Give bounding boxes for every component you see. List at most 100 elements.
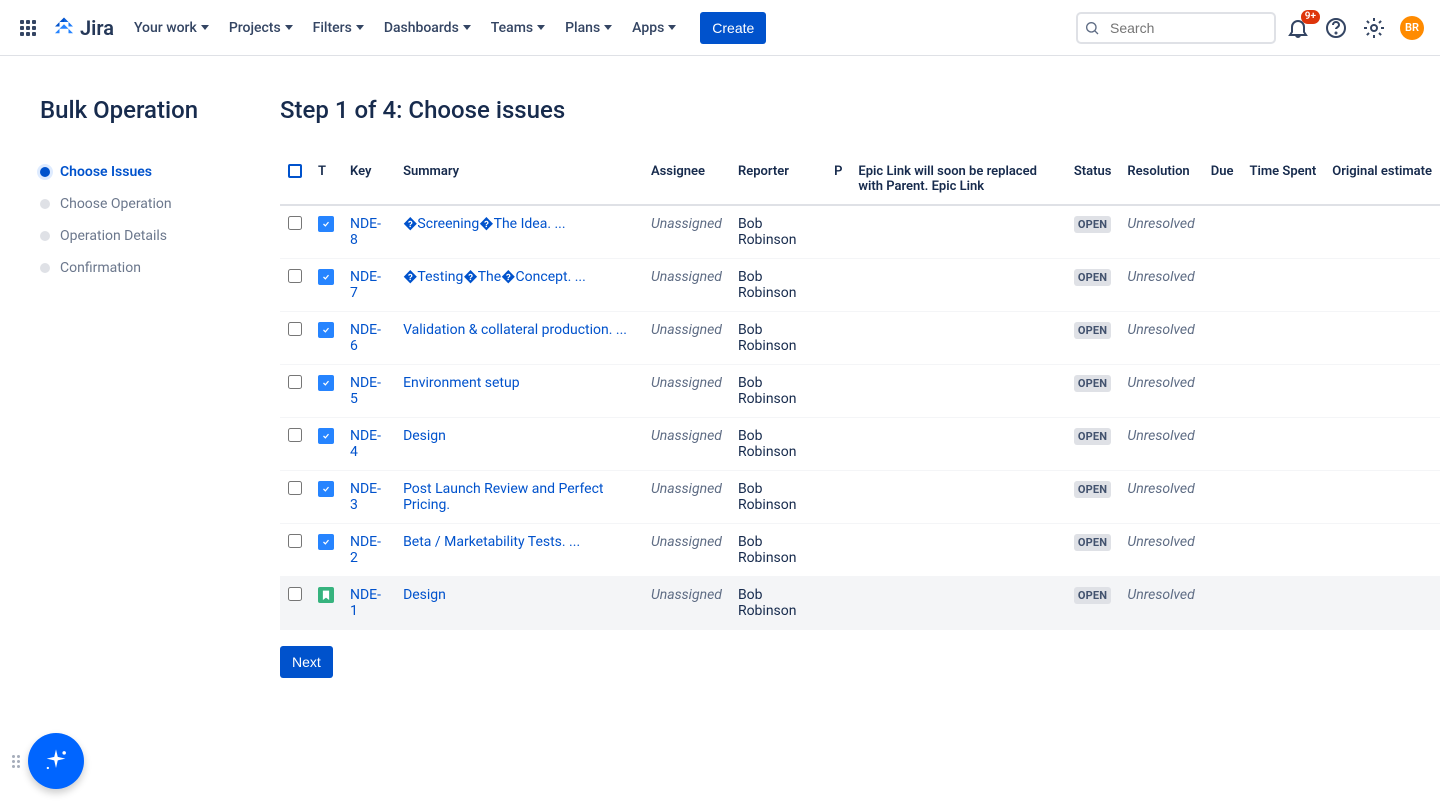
task-type-icon (318, 534, 334, 550)
nav-item-apps[interactable]: Apps (624, 14, 684, 42)
epic-cell (850, 418, 1065, 471)
issue-key-link[interactable]: NDE-8 (350, 216, 381, 248)
issue-summary-link[interactable]: Post Launch Review and Perfect Pricing. (403, 481, 603, 513)
issue-summary-link[interactable]: Design (403, 428, 446, 444)
epic-cell (850, 312, 1065, 365)
issue-key-link[interactable]: NDE-3 (350, 481, 381, 513)
column-header[interactable]: Resolution (1119, 154, 1202, 205)
step-item-choose-issues[interactable]: Choose Issues (40, 156, 240, 188)
column-header[interactable] (280, 154, 310, 205)
nav-item-projects[interactable]: Projects (221, 14, 301, 42)
status-badge: OPEN (1074, 534, 1111, 551)
gear-icon (1362, 16, 1386, 40)
assignee-cell: Unassigned (643, 524, 730, 577)
nav-item-dashboards[interactable]: Dashboards (376, 14, 479, 42)
row-checkbox[interactable] (288, 428, 302, 442)
issue-key-link[interactable]: NDE-5 (350, 375, 381, 407)
jira-logo[interactable]: Jira (52, 16, 114, 40)
nav-item-filters[interactable]: Filters (305, 14, 372, 42)
original-estimate-cell (1324, 205, 1440, 259)
nav-item-plans[interactable]: Plans (557, 14, 620, 42)
row-checkbox[interactable] (288, 269, 302, 283)
step-dot-icon (40, 199, 50, 209)
issue-key-link[interactable]: NDE-1 (350, 587, 381, 619)
column-header[interactable]: P (826, 154, 850, 205)
issue-summary-link[interactable]: �Screening�The Idea. ... (403, 216, 566, 232)
issue-key-link[interactable]: NDE-4 (350, 428, 381, 460)
notifications-button[interactable]: 9+ (1282, 12, 1314, 44)
issue-key-link[interactable]: NDE-2 (350, 534, 381, 566)
issue-summary-link[interactable]: Environment setup (403, 375, 520, 391)
time-spent-cell (1242, 312, 1325, 365)
status-badge: OPEN (1074, 587, 1111, 604)
issue-summary-link[interactable]: �Testing�The�Concept. ... (403, 269, 586, 285)
quick-action-fab[interactable] (28, 733, 84, 789)
column-header[interactable]: Epic Link will soon be replaced with Par… (850, 154, 1065, 205)
nav-item-your-work[interactable]: Your work (126, 14, 217, 42)
issue-key-link[interactable]: NDE-7 (350, 269, 381, 301)
column-header[interactable]: Due (1203, 154, 1242, 205)
column-header[interactable]: Key (342, 154, 395, 205)
table-row[interactable]: NDE-4DesignUnassignedBob RobinsonOPENUnr… (280, 418, 1440, 471)
reporter-cell: Bob Robinson (730, 205, 826, 259)
sidebar-title: Bulk Operation (40, 96, 240, 124)
task-type-icon (318, 481, 334, 497)
row-checkbox[interactable] (288, 375, 302, 389)
select-all-checkbox[interactable] (288, 164, 302, 178)
settings-button[interactable] (1358, 12, 1390, 44)
nav-item-teams[interactable]: Teams (483, 14, 553, 42)
table-row[interactable]: NDE-1DesignUnassignedBob RobinsonOPENUnr… (280, 577, 1440, 630)
due-cell (1203, 205, 1242, 259)
column-header[interactable]: Time Spent (1242, 154, 1325, 205)
status-badge: OPEN (1074, 322, 1111, 339)
step-item-choose-operation: Choose Operation (40, 188, 240, 220)
row-checkbox[interactable] (288, 534, 302, 548)
search-input[interactable] (1076, 12, 1276, 44)
column-header[interactable]: Reporter (730, 154, 826, 205)
due-cell (1203, 259, 1242, 312)
app-switcher-button[interactable] (12, 12, 44, 44)
table-row[interactable]: NDE-5Environment setupUnassignedBob Robi… (280, 365, 1440, 418)
help-icon (1324, 16, 1348, 40)
issue-summary-link[interactable]: Validation & collateral production. ... (403, 322, 627, 338)
issue-key-link[interactable]: NDE-6 (350, 322, 381, 354)
create-button[interactable]: Create (700, 12, 766, 44)
row-checkbox[interactable] (288, 216, 302, 230)
epic-cell (850, 471, 1065, 524)
column-header[interactable]: Assignee (643, 154, 730, 205)
resolution-cell: Unresolved (1119, 312, 1202, 365)
due-cell (1203, 577, 1242, 630)
step-dot-icon (40, 167, 50, 177)
task-type-icon (318, 375, 334, 391)
drag-handle-icon[interactable] (12, 755, 24, 768)
table-row[interactable]: NDE-7�Testing�The�Concept. ...Unassigned… (280, 259, 1440, 312)
column-header[interactable]: Original estimate (1324, 154, 1440, 205)
table-row[interactable]: NDE-8�Screening�The Idea. ...UnassignedB… (280, 205, 1440, 259)
issue-summary-link[interactable]: Design (403, 587, 446, 603)
epic-cell (850, 365, 1065, 418)
epic-cell (850, 205, 1065, 259)
profile-button[interactable]: BR (1396, 12, 1428, 44)
time-spent-cell (1242, 259, 1325, 312)
column-header[interactable]: Summary (395, 154, 643, 205)
help-button[interactable] (1320, 12, 1352, 44)
row-checkbox[interactable] (288, 322, 302, 336)
time-spent-cell (1242, 418, 1325, 471)
issue-summary-link[interactable]: Beta / Marketability Tests. ... (403, 534, 580, 550)
avatar: BR (1400, 16, 1424, 40)
task-type-icon (318, 216, 334, 232)
column-header[interactable]: Status (1066, 154, 1120, 205)
content: Step 1 of 4: Choose issues TKeySummaryAs… (280, 96, 1440, 678)
table-row[interactable]: NDE-6 Validation & collateral production.… (280, 312, 1440, 365)
resolution-cell: Unresolved (1119, 205, 1202, 259)
table-row[interactable]: NDE-2 Beta / Marketability Tests. ... Unas… (280, 524, 1440, 577)
epic-cell (850, 524, 1065, 577)
due-cell (1203, 471, 1242, 524)
column-header[interactable]: T (310, 154, 342, 205)
row-checkbox[interactable] (288, 587, 302, 601)
row-checkbox[interactable] (288, 481, 302, 495)
table-row[interactable]: NDE-3 Post Launch Review and Perfect Pric… (280, 471, 1440, 524)
reporter-cell: Bob Robinson (730, 312, 826, 365)
fab-wrapper (12, 733, 84, 789)
next-button[interactable]: Next (280, 646, 333, 678)
